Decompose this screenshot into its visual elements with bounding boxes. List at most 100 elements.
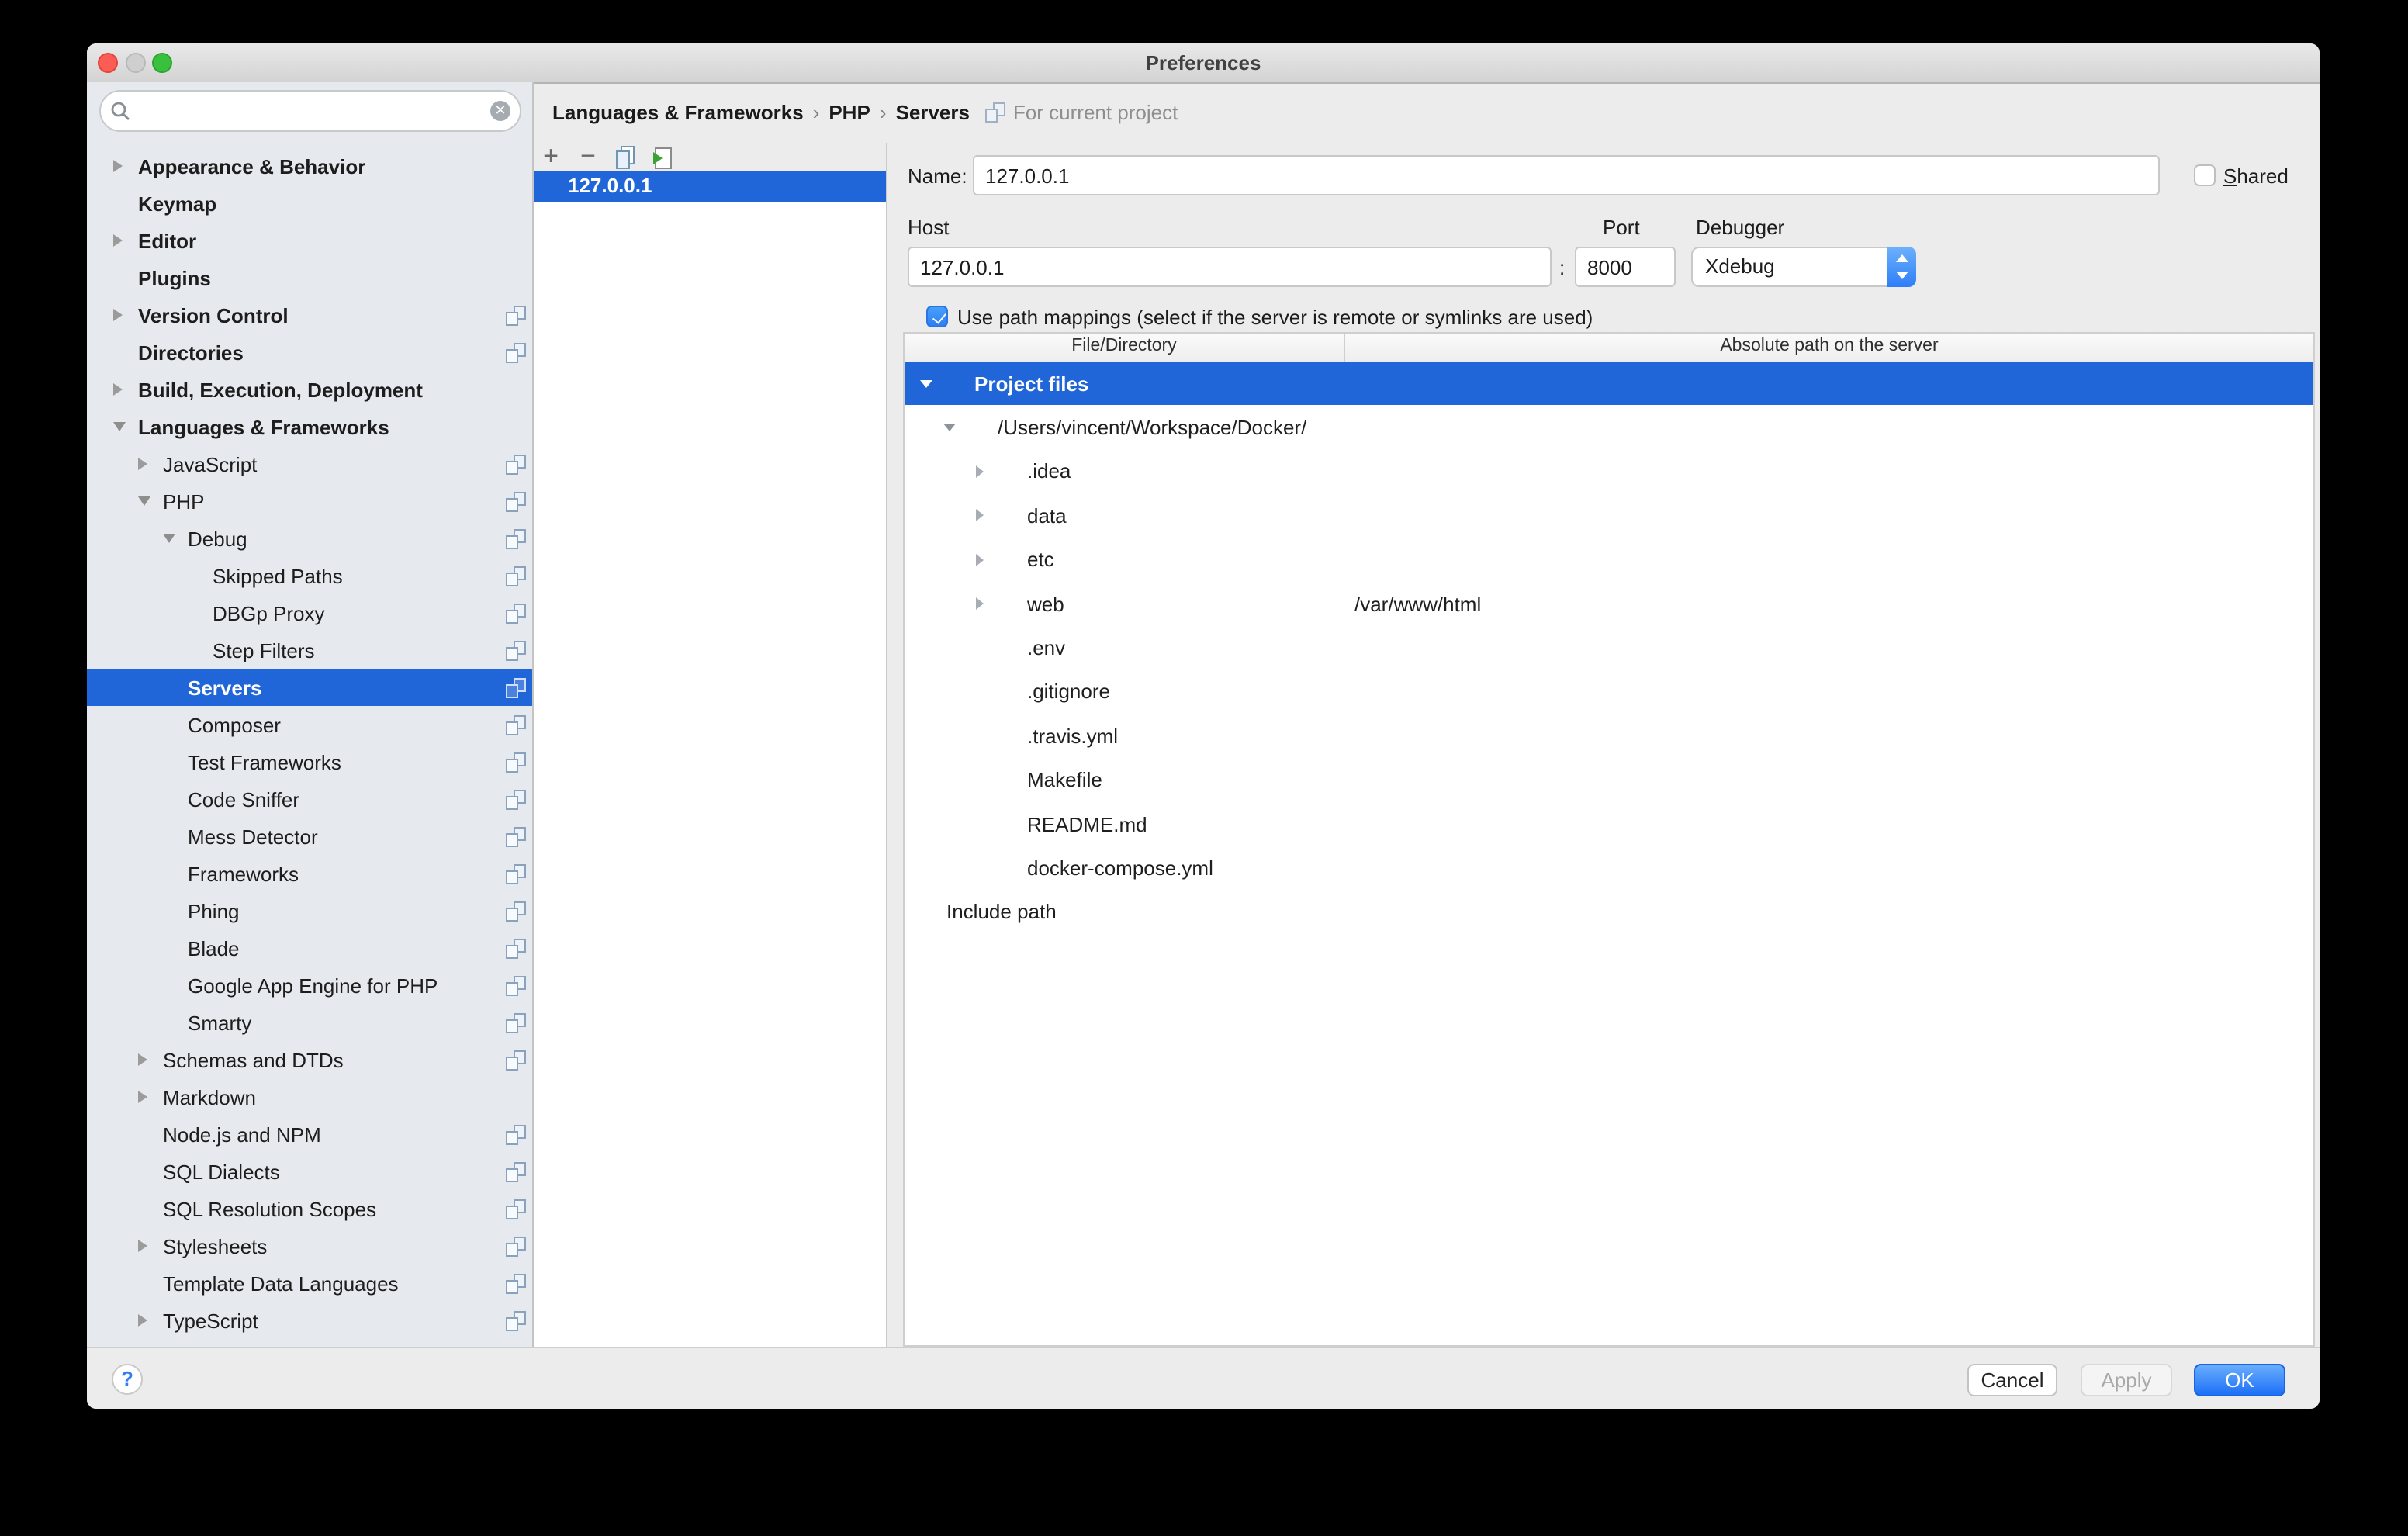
sidebar-item[interactable]: Editor [87, 222, 532, 259]
column-header-absolute-path[interactable]: Absolute path on the server [1345, 334, 2313, 362]
apply-button[interactable]: Apply [2081, 1364, 2172, 1396]
path-mapping-row[interactable]: /Users/vincent/Workspace/Docker/ [905, 406, 2313, 450]
sidebar-item-label: Servers [188, 676, 261, 699]
chevron-right-icon [113, 234, 123, 246]
per-project-settings-icon [506, 826, 526, 846]
ok-button[interactable]: OK [2194, 1364, 2285, 1396]
sidebar-item[interactable]: PHP [87, 483, 532, 520]
sidebar-item-label: Keymap [138, 192, 216, 215]
per-project-settings-icon [506, 677, 526, 697]
chevron-down-icon [113, 422, 126, 431]
help-button[interactable]: ? [112, 1364, 143, 1395]
sidebar-item[interactable]: Debug [87, 520, 532, 557]
sidebar-item[interactable]: Skipped Paths [87, 557, 532, 594]
per-project-settings-icon [506, 1273, 526, 1293]
sidebar-item[interactable]: Phing [87, 892, 532, 929]
path-mapping-row[interactable]: docker-compose.yml [905, 846, 2313, 891]
sidebar-item[interactable]: Keymap [87, 185, 532, 222]
path-mapping-row[interactable]: .idea [905, 450, 2313, 494]
sidebar-item[interactable]: Mess Detector [87, 818, 532, 855]
sidebar-item[interactable]: Stylesheets [87, 1227, 532, 1264]
debugger-label: Debugger [1696, 216, 1784, 239]
sidebar-item-label: Languages & Frameworks [138, 415, 389, 438]
settings-sidebar: ✕ Appearance & Behavior Keymap [87, 82, 534, 1347]
clear-search-icon[interactable]: ✕ [490, 101, 510, 121]
sidebar-item[interactable]: Schemas and DTDs [87, 1041, 532, 1078]
breadcrumb-separator: › [813, 101, 820, 124]
path-mapping-row[interactable]: README.md [905, 802, 2313, 846]
sidebar-item[interactable]: JavaScript [87, 445, 532, 483]
scope-label: For current project [1013, 101, 1178, 124]
path-mapping-row[interactable]: .travis.yml [905, 714, 2313, 758]
file-directory-name: docker-compose.yml [1027, 856, 1213, 880]
per-project-settings-icon [506, 901, 526, 921]
sidebar-item[interactable]: Test Frameworks [87, 743, 532, 780]
chevron-right-icon [113, 308, 123, 320]
sidebar-item[interactable]: Step Filters [87, 631, 532, 669]
name-input[interactable] [973, 155, 2160, 195]
sidebar-item[interactable]: Directories [87, 334, 532, 371]
sidebar-item[interactable]: Servers [87, 669, 532, 706]
sidebar-item[interactable]: SQL Dialects [87, 1153, 532, 1190]
copy-icon [613, 144, 638, 169]
sidebar-item[interactable]: Node.js and NPM [87, 1116, 532, 1153]
sidebar-item-label: Appearance & Behavior [138, 154, 365, 178]
sidebar-item[interactable]: Google App Engine for PHP [87, 967, 532, 1004]
path-mapping-row[interactable]: .gitignore [905, 669, 2313, 714]
debugger-select[interactable]: Xdebug [1691, 247, 1916, 287]
sidebar-item[interactable]: Plugins [87, 259, 532, 296]
sidebar-item[interactable]: Appearance & Behavior [87, 147, 532, 185]
path-mapping-row[interactable]: data [905, 493, 2313, 538]
sidebar-item[interactable]: TypeScript [87, 1302, 532, 1339]
sidebar-item[interactable]: Markdown [87, 1078, 532, 1116]
sidebar-item-label: PHP [163, 490, 204, 513]
server-list-item[interactable]: 127.0.0.1 [534, 171, 886, 202]
settings-search-box[interactable]: ✕ [99, 90, 521, 132]
sidebar-item[interactable]: Frameworks [87, 855, 532, 892]
sidebar-item[interactable]: Code Sniffer [87, 780, 532, 818]
column-header-file-directory[interactable]: File/Directory [905, 334, 1345, 362]
path-mapping-row[interactable]: etc [905, 538, 2313, 582]
remove-server-button[interactable]: − [576, 144, 600, 169]
sidebar-item[interactable]: Smarty [87, 1004, 532, 1041]
sidebar-item-label: Directories [138, 341, 244, 364]
titlebar: Preferences [87, 43, 2320, 84]
path-mapping-row[interactable]: .env [905, 626, 2313, 670]
breadcrumb-php[interactable]: PHP [829, 101, 870, 124]
sidebar-item[interactable]: Build, Execution, Deployment [87, 371, 532, 408]
breadcrumb-languages-frameworks[interactable]: Languages & Frameworks [552, 101, 804, 124]
host-input[interactable] [908, 247, 1552, 287]
sidebar-item[interactable]: DBGp Proxy [87, 594, 532, 631]
sidebar-item-label: TypeScript [163, 1309, 258, 1332]
copy-server-button[interactable] [613, 144, 638, 169]
path-mapping-row[interactable]: Makefile [905, 758, 2313, 802]
sidebar-item-label: Google App Engine for PHP [188, 974, 438, 997]
path-mapping-row[interactable]: web /var/www/html [905, 582, 2313, 626]
import-server-button[interactable] [650, 144, 675, 169]
chevron-right-icon [976, 554, 984, 566]
search-input[interactable] [137, 98, 490, 124]
port-input[interactable] [1575, 247, 1676, 287]
sidebar-item[interactable]: Template Data Languages [87, 1264, 532, 1302]
servers-toolbar: + − [534, 143, 886, 171]
current-project-scope-icon [985, 102, 1005, 123]
sidebar-item[interactable]: Composer [87, 706, 532, 743]
add-server-button[interactable]: + [538, 144, 563, 169]
path-mapping-row[interactable]: Include path [905, 890, 2313, 934]
absolute-path-value: /var/www/html [1354, 592, 1481, 615]
shared-checkbox[interactable] [2194, 164, 2216, 186]
per-project-settings-icon [506, 1012, 526, 1033]
per-project-settings-icon [506, 305, 526, 325]
sidebar-item[interactable]: Version Control [87, 296, 532, 334]
sidebar-item-label: Build, Execution, Deployment [138, 378, 423, 401]
breadcrumb-servers[interactable]: Servers [896, 101, 970, 124]
path-mapping-row[interactable]: Project files [905, 362, 2313, 406]
sidebar-item[interactable]: SQL Resolution Scopes [87, 1190, 532, 1227]
cancel-button[interactable]: Cancel [1967, 1364, 2057, 1396]
sidebar-item-label: Smarty [188, 1011, 251, 1034]
sidebar-item[interactable]: Languages & Frameworks [87, 408, 532, 445]
file-directory-name: web [1027, 592, 1064, 615]
use-path-mappings-checkbox[interactable] [926, 306, 948, 327]
dialog-footer: ? Cancel Apply OK [87, 1347, 2320, 1409]
sidebar-item[interactable]: Blade [87, 929, 532, 967]
